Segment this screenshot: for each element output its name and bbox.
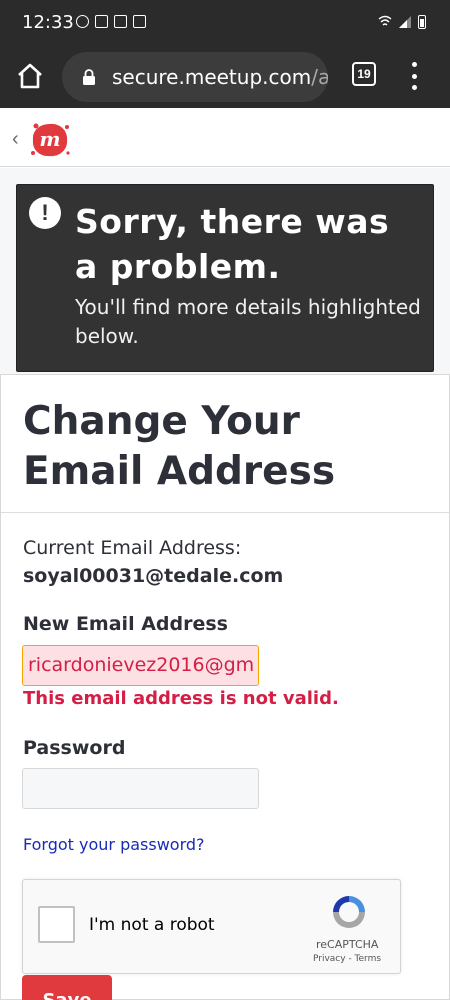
- lock-icon: [83, 69, 95, 85]
- divider: [1, 512, 450, 513]
- browser-toolbar: secure.meetup.com/ac 19: [0, 46, 450, 108]
- password-label: Password: [23, 737, 126, 759]
- recaptcha-widget: I'm not a robot reCAPTCHA Privacy - Term…: [22, 879, 401, 974]
- calendar-icon: [133, 15, 146, 28]
- error-banner: ! Sorry, there was a problem. You'll fin…: [16, 184, 434, 372]
- new-email-error: This email address is not valid.: [23, 688, 339, 709]
- url-host: secure.meetup.com: [112, 65, 312, 89]
- address-bar[interactable]: secure.meetup.com/ac: [62, 52, 328, 102]
- sync-icon: [76, 15, 89, 28]
- tab-switcher-button[interactable]: 19: [352, 62, 376, 86]
- meetup-logo-icon[interactable]: m: [28, 120, 72, 160]
- battery-icon: [418, 15, 426, 29]
- cell-signal-icon: [399, 16, 411, 28]
- status-bar: 12:33: [0, 0, 450, 46]
- url-path: /ac: [311, 65, 328, 89]
- recaptcha-brand: reCAPTCHA: [316, 938, 379, 951]
- new-email-field[interactable]: ricardonievez2016@gm: [22, 645, 259, 686]
- recaptcha-label: I'm not a robot: [89, 915, 215, 935]
- overflow-menu-icon[interactable]: [408, 62, 420, 90]
- site-header: ‹ m: [0, 108, 450, 167]
- password-field[interactable]: [22, 768, 259, 809]
- error-description: You'll find more details highlighted bel…: [75, 295, 421, 348]
- gallery-icon: [114, 15, 127, 28]
- wifi-signal-icon: [378, 15, 392, 26]
- recaptcha-links[interactable]: Privacy - Terms: [313, 954, 381, 964]
- url-text: secure.meetup.com/ac: [112, 65, 328, 89]
- alert-icon: !: [29, 197, 61, 229]
- error-title: Sorry, there was a problem.: [75, 202, 390, 286]
- notes-icon: [95, 15, 108, 28]
- chevron-left-icon[interactable]: ‹: [12, 128, 19, 151]
- forgot-password-link[interactable]: Forgot your password?: [23, 835, 205, 854]
- current-email-value: soyal00031@tedale.com: [23, 565, 284, 587]
- system-icons: [378, 15, 426, 29]
- recaptcha-checkbox[interactable]: [38, 906, 75, 943]
- status-time: 12:33: [22, 12, 74, 33]
- current-email-label: Current Email Address:: [23, 537, 242, 559]
- recaptcha-logo-icon: [333, 896, 365, 928]
- change-email-card: Change Your Email Address Current Email …: [0, 374, 450, 1000]
- page-title: Change Your Email Address: [23, 399, 336, 494]
- save-button[interactable]: Save: [22, 975, 112, 1000]
- home-icon[interactable]: [14, 60, 46, 92]
- notification-icons: [76, 15, 146, 28]
- svg-text:m: m: [39, 127, 60, 151]
- new-email-label: New Email Address: [23, 613, 228, 635]
